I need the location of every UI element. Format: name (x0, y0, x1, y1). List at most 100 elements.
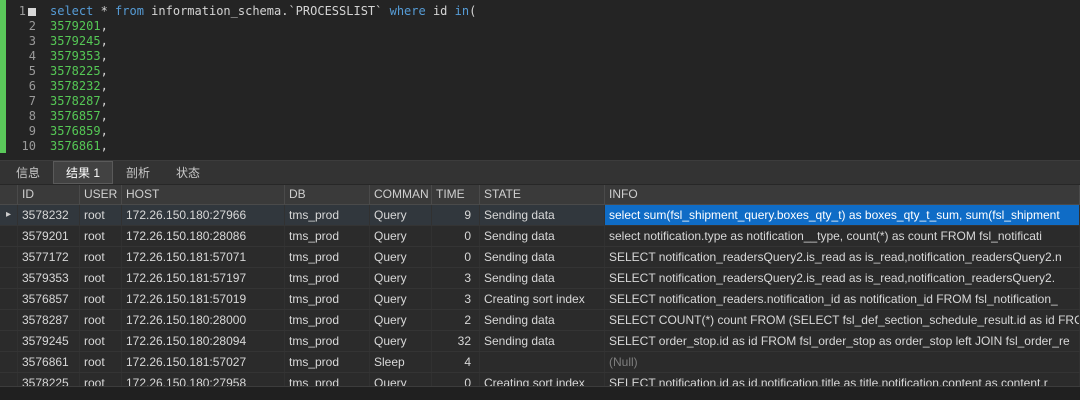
code-line[interactable]: 3579201, (50, 19, 1080, 34)
cell-db[interactable]: tms_prod (285, 247, 370, 267)
cell-time[interactable]: 32 (432, 331, 480, 351)
cell-command[interactable]: Query (370, 310, 432, 330)
header-cell-db[interactable]: DB (285, 185, 370, 204)
cell-time[interactable]: 3 (432, 268, 480, 288)
table-row[interactable]: 3576861 root 172.26.150.181:57027 tms_prod S… (0, 352, 1080, 373)
header-cell-info[interactable]: INFO (605, 185, 1080, 204)
code-line[interactable]: select * from information_schema.`PROCES… (50, 4, 1080, 19)
cell-state[interactable]: Sending data (480, 331, 605, 351)
code-line[interactable]: 3578225, (50, 64, 1080, 79)
tab-status[interactable]: 状态 (164, 162, 212, 183)
code-line[interactable]: 3578232, (50, 79, 1080, 94)
code-line[interactable]: 3578287, (50, 94, 1080, 109)
cell-time[interactable]: 4 (432, 352, 480, 372)
cell-host[interactable]: 172.26.150.180:28086 (122, 226, 285, 246)
cell-info[interactable]: SELECT notification_readersQuery2.is_rea… (605, 247, 1080, 267)
cell-host[interactable]: 172.26.150.180:28094 (122, 331, 285, 351)
tab-info[interactable]: 信息 (4, 162, 52, 183)
cell-info[interactable]: (Null) (605, 352, 1080, 372)
cell-command[interactable]: Query (370, 268, 432, 288)
cell-info[interactable]: SELECT COUNT(*) count FROM (SELECT fsl_d… (605, 310, 1080, 330)
cell-state[interactable]: Sending data (480, 205, 605, 225)
cell-command[interactable]: Sleep (370, 352, 432, 372)
cell-db[interactable]: tms_prod (285, 226, 370, 246)
code-token: ( (469, 4, 477, 18)
cell-id[interactable]: 3578287 (18, 310, 80, 330)
cell-db[interactable]: tms_prod (285, 289, 370, 309)
cell-id[interactable]: 3579201 (18, 226, 80, 246)
cell-info[interactable]: SELECT notification_readersQuery2.is_rea… (605, 268, 1080, 288)
cell-db[interactable]: tms_prod (285, 310, 370, 330)
cell-host[interactable]: 172.26.150.181:57019 (122, 289, 285, 309)
cell-user[interactable]: root (80, 289, 122, 309)
code-line[interactable]: 3576857, (50, 109, 1080, 124)
cell-info[interactable]: select sum(fsl_shipment_query.boxes_qty_… (605, 205, 1080, 225)
cell-host[interactable]: 172.26.150.181:57197 (122, 268, 285, 288)
table-row[interactable]: 3578287 root 172.26.150.180:28000 tms_prod Q… (0, 310, 1080, 331)
table-row[interactable]: ▸ 3578232 root 172.26.150.180:27966 tms_prod… (0, 205, 1080, 226)
cell-user[interactable]: root (80, 352, 122, 372)
cell-db[interactable]: tms_prod (285, 352, 370, 372)
cell-id[interactable]: 3578232 (18, 205, 80, 225)
cell-info[interactable]: SELECT order_stop.id as id FROM fsl_orde… (605, 331, 1080, 351)
cell-command[interactable]: Query (370, 331, 432, 351)
cell-id[interactable]: 3579353 (18, 268, 80, 288)
cell-state[interactable]: Sending data (480, 226, 605, 246)
cell-db[interactable]: tms_prod (285, 268, 370, 288)
header-cell-id[interactable]: ID (18, 185, 80, 204)
cell-user[interactable]: root (80, 331, 122, 351)
tab-profile[interactable]: 剖析 (114, 162, 162, 183)
code-line[interactable]: 3576861, (50, 139, 1080, 154)
cell-id[interactable]: 3579245 (18, 331, 80, 351)
cell-user[interactable]: root (80, 226, 122, 246)
table-row[interactable]: 3577172 root 172.26.150.181:57071 tms_prod Q… (0, 247, 1080, 268)
header-cell-user[interactable]: USER (80, 185, 122, 204)
code-line[interactable]: 3576859, (50, 124, 1080, 139)
sql-editor[interactable]: 1 2 3 4 5 6 7 8 9 10 select * from information_sc… (0, 0, 1080, 161)
cell-state[interactable]: Sending data (480, 268, 605, 288)
cell-command[interactable]: Query (370, 205, 432, 225)
cell-state[interactable] (480, 352, 605, 372)
cell-time[interactable]: 3 (432, 289, 480, 309)
table-row[interactable]: 3579353 root 172.26.150.181:57197 tms_prod Q… (0, 268, 1080, 289)
table-row[interactable]: 3576857 root 172.26.150.181:57019 tms_prod Q… (0, 289, 1080, 310)
header-cell-marker[interactable] (0, 185, 18, 204)
cell-info[interactable]: SELECT notification_readers.notification… (605, 289, 1080, 309)
header-cell-command[interactable]: COMMAN (370, 185, 432, 204)
code-line[interactable]: 3579245, (50, 34, 1080, 49)
cell-time[interactable]: 0 (432, 247, 480, 267)
cell-state[interactable]: Creating sort index (480, 289, 605, 309)
table-row[interactable]: 3579245 root 172.26.150.180:28094 tms_prod Q… (0, 331, 1080, 352)
cell-command[interactable]: Query (370, 289, 432, 309)
cell-db[interactable]: tms_prod (285, 205, 370, 225)
cell-id[interactable]: 3577172 (18, 247, 80, 267)
cell-user[interactable]: root (80, 310, 122, 330)
cell-host[interactable]: 172.26.150.181:57071 (122, 247, 285, 267)
cell-host[interactable]: 172.26.150.181:57027 (122, 352, 285, 372)
cell-host[interactable]: 172.26.150.180:27966 (122, 205, 285, 225)
cell-command[interactable]: Query (370, 226, 432, 246)
cell-user[interactable]: root (80, 247, 122, 267)
code-token: select (50, 4, 94, 18)
header-cell-time-h[interactable]: TIME (432, 185, 480, 204)
table-row[interactable]: 3579201 root 172.26.150.180:28086 tms_prod Q… (0, 226, 1080, 247)
cell-host[interactable]: 172.26.150.180:28000 (122, 310, 285, 330)
cell-time[interactable]: 0 (432, 226, 480, 246)
code-line[interactable]: 3579353, (50, 49, 1080, 64)
cell-command[interactable]: Query (370, 247, 432, 267)
cell-info[interactable]: select notification.type as notification… (605, 226, 1080, 246)
cell-state[interactable]: Sending data (480, 310, 605, 330)
code-lines[interactable]: select * from information_schema.`PROCES… (42, 0, 1080, 160)
cell-id[interactable]: 3576861 (18, 352, 80, 372)
header-cell-host[interactable]: HOST (122, 185, 285, 204)
cell-time[interactable]: 2 (432, 310, 480, 330)
cell-user[interactable]: root (80, 268, 122, 288)
tab-result-1[interactable]: 结果 1 (53, 161, 114, 184)
cell-user[interactable]: root (80, 205, 122, 225)
cell-db[interactable]: tms_prod (285, 331, 370, 351)
header-cell-state[interactable]: STATE (480, 185, 605, 204)
cell-id[interactable]: 3576857 (18, 289, 80, 309)
cell-time[interactable]: 9 (432, 205, 480, 225)
line-number: 3 (28, 34, 36, 48)
cell-state[interactable]: Sending data (480, 247, 605, 267)
